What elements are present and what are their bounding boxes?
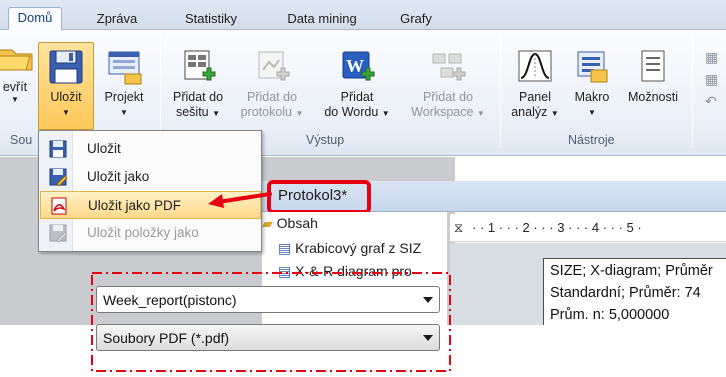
- menu-item-save-items-as[interactable]: Uložit položky jako: [40, 219, 261, 247]
- chevron-down-icon: ▼: [550, 109, 559, 118]
- analysis-panel-label-1: Panel: [519, 90, 551, 104]
- chevron-down-icon: ▼: [588, 108, 596, 117]
- tab-zprava[interactable]: Zpráva: [86, 9, 148, 30]
- project-button[interactable]: Projekt ▼: [96, 48, 152, 118]
- tree-root-label: Obsah: [276, 215, 318, 231]
- extra-tools-icons[interactable]: ▦ ▦ ↶: [705, 46, 718, 112]
- open-button[interactable]: evřít ▼: [0, 38, 36, 105]
- ruler-ticks: · · 1 · · · 2 · · · 3 · · · 4 · · · 5 ·: [472, 220, 642, 235]
- macro-button[interactable]: Makro ▼: [566, 48, 618, 118]
- chevron-down-icon: ▼: [212, 109, 221, 118]
- tool-icon: ▦: [705, 49, 719, 65]
- save-button-label: Uložit: [50, 90, 82, 104]
- tab-grafy[interactable]: Grafy: [392, 9, 440, 30]
- project-button-label: Projekt: [104, 90, 144, 104]
- options-icon: [634, 48, 672, 86]
- workspace-icon: [429, 48, 467, 86]
- tree-item[interactable]: ▤ Krabicový graf z SIZ: [278, 240, 421, 257]
- menu-item-save[interactable]: Uložit: [40, 135, 261, 163]
- floppy-icon: [47, 48, 85, 86]
- add-to-word-label-2: do Wordu: [324, 105, 379, 119]
- tool-icon: ▦: [705, 71, 719, 87]
- analysis-panel-button[interactable]: Panel analýz ▼: [508, 48, 562, 121]
- tab-statistiky[interactable]: Statistiky: [174, 9, 248, 30]
- add-to-workbook-label-2: sešitu: [175, 105, 209, 119]
- macro-button-label: Makro: [574, 90, 610, 104]
- document-line: SIZE; X-diagram; Průměr: [550, 263, 713, 279]
- add-to-workbook-label-1: Přidat do: [172, 90, 224, 104]
- svg-text:W: W: [346, 56, 364, 76]
- chevron-down-icon: ▼: [11, 95, 19, 104]
- floppy-icon: [49, 140, 67, 158]
- chevron-down-icon: ▼: [62, 108, 70, 117]
- save-as-icon: [49, 168, 67, 186]
- ruler-marker-icon: ⧖: [454, 220, 464, 235]
- ruler: ⧖ · · 1 · · · 2 · · · 3 · · · 4 · · · 5 …: [450, 214, 726, 242]
- group-separator: [500, 36, 501, 148]
- add-to-report-label-2: protokolu: [240, 105, 293, 119]
- analysis-panel-label-2: analýz: [511, 105, 548, 119]
- save-items-icon: [49, 224, 67, 242]
- filename-input[interactable]: Week_report(pistonc): [96, 286, 440, 313]
- add-to-workspace-button[interactable]: Přidat do Workspace ▼: [404, 48, 492, 121]
- add-to-workspace-label-2: Workspace: [411, 105, 474, 119]
- open-button-label: evřít: [2, 80, 28, 94]
- add-to-workspace-label-1: Přidat do: [422, 90, 474, 104]
- title-highlight-box: [267, 180, 371, 214]
- filetype-select[interactable]: Soubory PDF (*.pdf): [96, 324, 440, 351]
- document-line: Prům. n: 5,000000: [550, 307, 670, 323]
- menu-item-label: Uložit jako PDF: [88, 198, 182, 213]
- document-line: Standardní; Průměr: 74: [550, 285, 701, 301]
- group-label-file: Sou: [10, 133, 33, 147]
- options-button[interactable]: Možnosti: [620, 48, 686, 105]
- add-to-report-icon: [253, 48, 291, 86]
- tab-data-mining[interactable]: Data mining: [274, 9, 370, 30]
- undo-icon: ↶: [705, 93, 717, 109]
- menu-item-label: Uložit položky jako: [87, 225, 199, 240]
- chevron-down-icon: [423, 335, 433, 341]
- chevron-down-icon: ▼: [476, 109, 485, 118]
- menu-item-label: Uložit jako: [87, 169, 150, 184]
- add-to-workbook-button[interactable]: Přidat do sešitu ▼: [166, 48, 230, 121]
- tab-domu[interactable]: Domů: [8, 7, 62, 31]
- word-icon: W: [338, 48, 376, 86]
- project-icon: [105, 48, 143, 86]
- group-label-output: Výstup: [306, 133, 345, 147]
- chevron-down-icon: ▼: [120, 108, 128, 117]
- folder-open-icon: [0, 38, 34, 76]
- pdf-icon: [51, 197, 67, 215]
- bell-curve-icon: [516, 48, 554, 86]
- add-to-word-label-1: Přidat: [340, 90, 374, 104]
- chevron-down-icon: ▼: [295, 109, 304, 118]
- chevron-down-icon: [423, 297, 433, 303]
- filename-value: Week_report(pistonc): [103, 292, 237, 308]
- chart-icon: ▤: [278, 240, 292, 256]
- group-label-tools: Nástroje: [568, 133, 615, 147]
- save-button[interactable]: Uložit ▼: [40, 48, 92, 118]
- document-page: SIZE; X-diagram; Průměr Standardní; Prům…: [543, 258, 726, 325]
- filetype-value: Soubory PDF (*.pdf): [103, 330, 230, 346]
- tree-item-label: Krabicový graf z SIZ: [295, 240, 422, 256]
- add-to-word-button[interactable]: W Přidat do Wordu ▼: [316, 48, 398, 121]
- tree-root[interactable]: ▰ Obsah: [262, 215, 318, 232]
- add-to-workbook-icon: [179, 48, 217, 86]
- add-to-report-button[interactable]: Přidat do protokolu ▼: [232, 48, 312, 121]
- group-separator: [692, 36, 693, 148]
- menu-item-label: Uložit: [87, 141, 121, 156]
- red-arrow-icon: [208, 192, 272, 208]
- options-button-label: Možnosti: [627, 90, 679, 104]
- folder-icon: ▰: [262, 215, 273, 231]
- ribbon-tab-bar: Domů Zpráva Statistiky Data mining Grafy: [0, 0, 726, 31]
- chevron-down-icon: ▼: [381, 109, 390, 118]
- macro-icon: [573, 48, 611, 86]
- add-to-report-label-1: Přidat do: [246, 90, 298, 104]
